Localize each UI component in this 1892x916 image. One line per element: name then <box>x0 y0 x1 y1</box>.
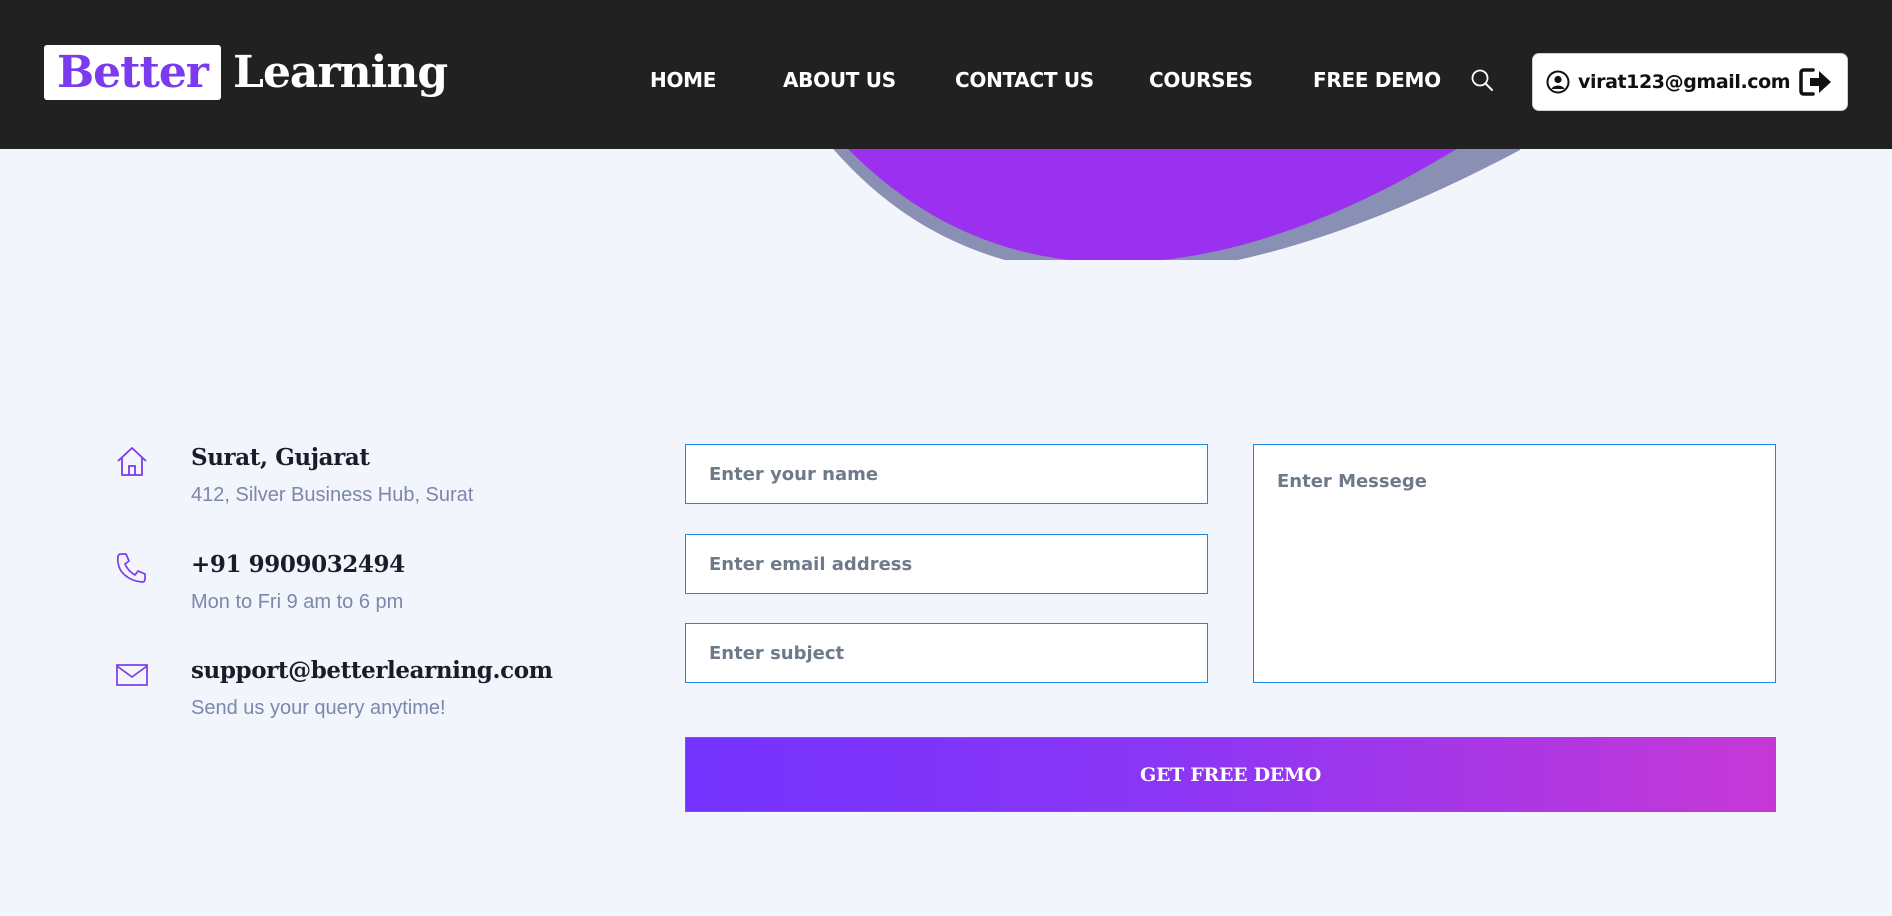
search-icon[interactable] <box>1470 68 1496 94</box>
address-detail: 412, Silver Business Hub, Surat <box>191 484 474 506</box>
name-input[interactable] <box>685 444 1208 504</box>
logo-text-learning: Learning <box>233 46 448 98</box>
top-navbar: Better Learning HOME ABOUT US CONTACT US… <box>0 0 1892 149</box>
home-icon <box>117 447 147 476</box>
mail-icon <box>116 664 148 686</box>
email-note: Send us your query anytime! <box>191 697 446 719</box>
logout-icon[interactable] <box>1799 67 1833 97</box>
nav-courses[interactable]: COURSES <box>1149 68 1253 92</box>
logo-box: Better <box>44 44 221 100</box>
phone-number[interactable]: +91 9909032494 <box>191 551 405 578</box>
subject-input[interactable] <box>685 623 1208 683</box>
message-textarea[interactable] <box>1253 444 1776 683</box>
user-avatar-icon <box>1546 70 1570 94</box>
nav-about-us[interactable]: ABOUT US <box>783 68 896 92</box>
brand-logo[interactable]: Better Learning <box>44 44 448 100</box>
phone-icon <box>116 553 146 583</box>
nav-home[interactable]: HOME <box>650 68 716 92</box>
address-title: Surat, Gujarat <box>191 444 370 471</box>
get-free-demo-button[interactable]: GET FREE DEMO <box>685 737 1776 812</box>
user-email: virat123@gmail.com <box>1578 71 1791 93</box>
phone-hours: Mon to Fri 9 am to 6 pm <box>191 591 404 613</box>
nav-free-demo[interactable]: FREE DEMO <box>1313 68 1441 92</box>
nav-contact-us[interactable]: CONTACT US <box>955 68 1094 92</box>
user-account-box[interactable]: virat123@gmail.com <box>1532 53 1848 111</box>
email-input[interactable] <box>685 534 1208 594</box>
support-email[interactable]: support@betterlearning.com <box>191 657 553 684</box>
logo-text-better: Better <box>56 46 209 98</box>
